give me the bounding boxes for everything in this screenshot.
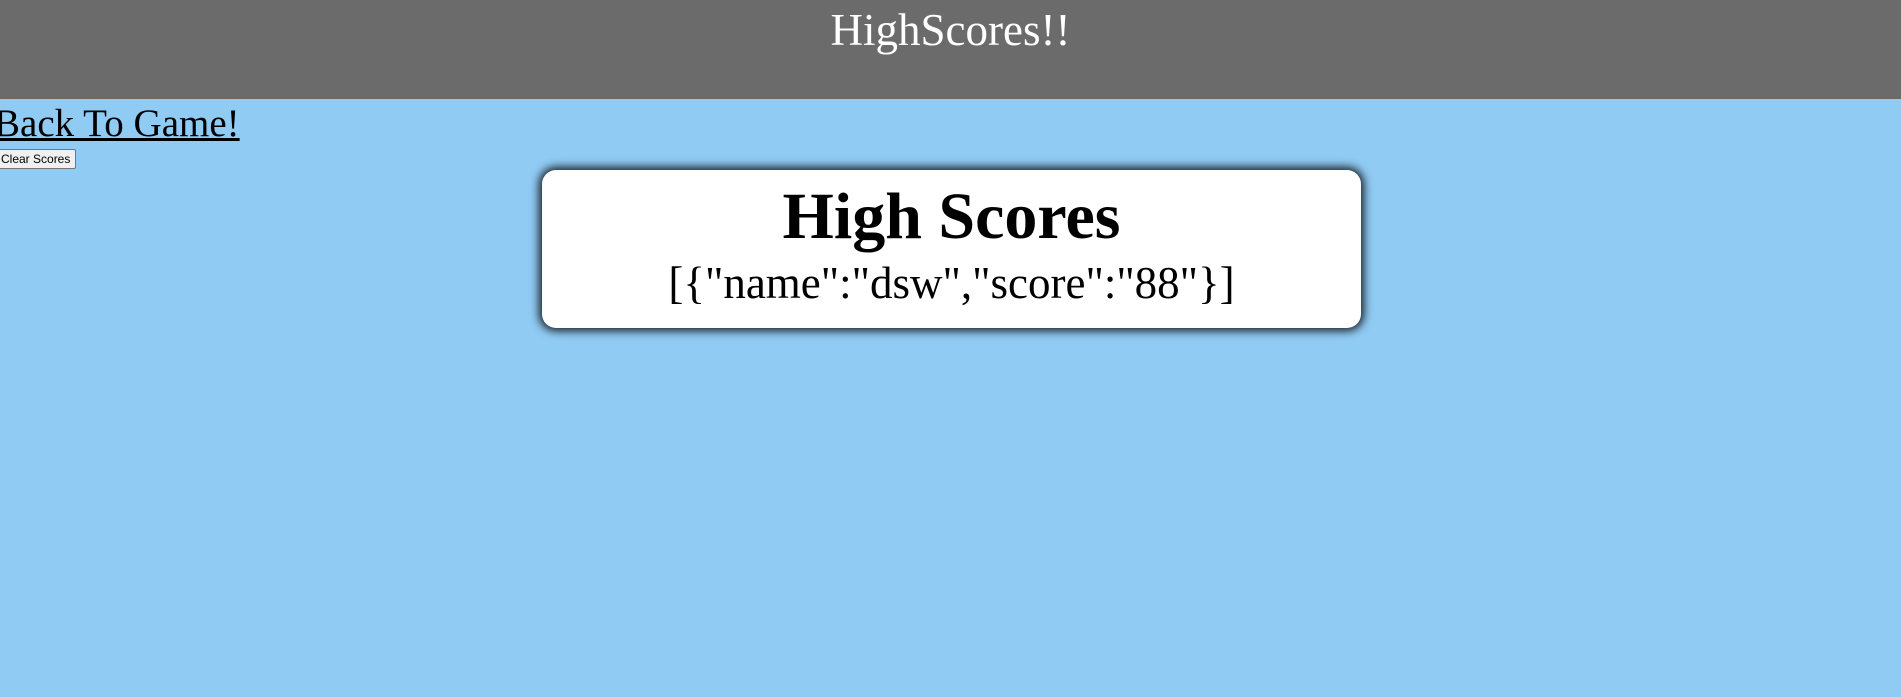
clear-scores-button[interactable]: Clear Scores [0, 149, 77, 169]
scores-json-text: [{"name":"dsw","score":"88"}] [668, 258, 1235, 308]
high-scores-heading: High Scores [782, 180, 1121, 253]
page-title: HighScores!! [830, 5, 1071, 55]
back-to-game-link[interactable]: Back To Game! [0, 99, 240, 149]
header-bar: HighScores!! [0, 0, 1901, 99]
high-scores-card: High Scores [{"name":"dsw","score":"88"}… [542, 170, 1361, 328]
